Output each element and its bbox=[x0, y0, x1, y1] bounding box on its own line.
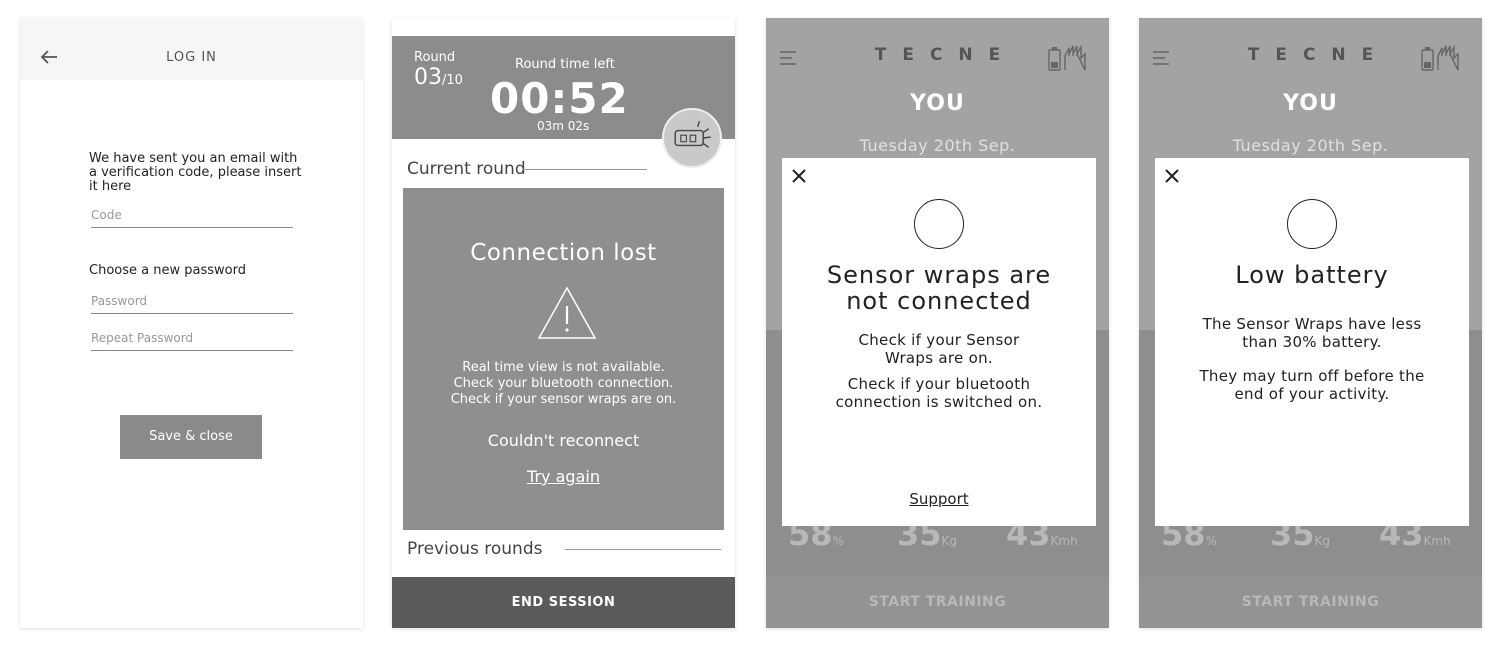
save-close-button[interactable]: Save & close bbox=[120, 415, 262, 459]
verification-message: We have sent you an email with a verific… bbox=[89, 151, 302, 194]
round-label: Round bbox=[414, 50, 456, 65]
round-total: /10 bbox=[442, 73, 463, 88]
modal-title-line: not connected bbox=[846, 287, 1032, 315]
connection-body-line: Real time view is not available. bbox=[462, 360, 665, 375]
login-header bbox=[20, 18, 363, 80]
you-label: YOU bbox=[1283, 91, 1338, 116]
modal-body-line: than 30% battery. bbox=[1242, 333, 1382, 351]
modal-body-line: They may turn off before the bbox=[1199, 367, 1425, 385]
try-again-link[interactable]: Try again bbox=[403, 467, 724, 486]
round-current: 03 bbox=[414, 65, 442, 90]
modal-body: The Sensor Wraps have less than 30% batt… bbox=[1155, 315, 1469, 351]
boxing-glove-badge[interactable] bbox=[662, 108, 722, 168]
modal-body-line: Check if your Sensor bbox=[858, 331, 1020, 349]
login-screen: LOG IN We have sent you an email with a … bbox=[20, 18, 363, 628]
stat-unit: Kmh bbox=[1050, 534, 1078, 548]
modal-body-line: The Sensor Wraps have less bbox=[1202, 315, 1422, 333]
date-label: Tuesday 20th Sep. bbox=[1232, 136, 1389, 155]
page-title: LOG IN bbox=[166, 50, 217, 65]
start-training-button[interactable]: START TRAINING bbox=[766, 577, 1109, 628]
support-link[interactable]: Support bbox=[782, 490, 1096, 508]
session-subtimer: 03m 02s bbox=[537, 119, 590, 133]
status-circle-icon bbox=[914, 199, 964, 249]
close-icon[interactable] bbox=[791, 168, 807, 184]
stat-unit: Kmh bbox=[1423, 534, 1451, 548]
battery-glove-icon[interactable] bbox=[1420, 44, 1468, 72]
sensor-not-connected-modal: Sensor wraps are not connected Check if … bbox=[782, 158, 1096, 526]
modal-body: Check if your bluetooth connection is sw… bbox=[782, 375, 1096, 411]
boxing-glove-icon bbox=[674, 120, 711, 148]
start-training-button[interactable]: START TRAINING bbox=[1139, 577, 1482, 628]
stat-unit: Kg bbox=[1314, 534, 1331, 548]
previous-rounds-label: Previous rounds bbox=[407, 539, 543, 559]
connection-lost-title: Connection lost bbox=[470, 240, 657, 266]
close-icon[interactable] bbox=[1164, 168, 1180, 184]
code-field[interactable]: Code bbox=[91, 206, 293, 228]
connection-body-line: Check your bluetooth connection. bbox=[453, 376, 674, 391]
modal-body: They may turn off before the end of your… bbox=[1155, 367, 1469, 403]
stat-unit: Kg bbox=[941, 534, 958, 548]
status-circle-icon bbox=[1287, 199, 1337, 249]
couldnt-reconnect-text: Couldn't reconnect bbox=[487, 431, 640, 450]
divider bbox=[522, 169, 647, 170]
modal-title: Sensor wraps are not connected bbox=[782, 262, 1096, 314]
end-session-button[interactable]: END SESSION bbox=[392, 577, 735, 628]
modal-body-line: Wraps are on. bbox=[885, 349, 993, 367]
modal-title: Low battery bbox=[1235, 261, 1389, 289]
repeat-password-field[interactable]: Repeat Password bbox=[91, 329, 293, 351]
session-screen: Round 03/10 Round time left 00:52 03m 02… bbox=[392, 18, 735, 628]
current-round-label: Current round bbox=[407, 159, 526, 179]
password-field[interactable]: Password bbox=[91, 292, 293, 314]
connection-body-line: Check if your sensor wraps are on. bbox=[450, 392, 677, 407]
modal-body-line: end of your activity. bbox=[1234, 385, 1390, 403]
date-label: Tuesday 20th Sep. bbox=[859, 136, 1016, 155]
connection-lost-body: Real time view is not available. Check y… bbox=[403, 360, 724, 408]
modal-title-line: Sensor wraps are bbox=[826, 261, 1052, 289]
modal-body-line: connection is switched on. bbox=[835, 393, 1043, 411]
low-battery-modal: Low battery The Sensor Wraps have less t… bbox=[1155, 158, 1469, 526]
round-timer: 00:52 bbox=[490, 74, 629, 123]
dashboard-sensor-screen: TECNE YOU Tuesday 20th Sep. 58% 35Kg 43K… bbox=[766, 18, 1109, 628]
modal-body: Check if your Sensor Wraps are on. bbox=[782, 331, 1096, 367]
divider bbox=[565, 549, 721, 550]
battery-glove-icon[interactable] bbox=[1047, 44, 1095, 72]
stat-unit: % bbox=[832, 534, 844, 548]
connection-lost-card: Connection lost Real time view is not av… bbox=[403, 188, 724, 530]
stat-unit: % bbox=[1205, 534, 1217, 548]
new-password-label: Choose a new password bbox=[89, 263, 246, 278]
round-time-left-label: Round time left bbox=[515, 57, 615, 72]
modal-body-line: Check if your bluetooth bbox=[847, 375, 1031, 393]
warning-icon bbox=[537, 286, 597, 339]
you-label: YOU bbox=[910, 91, 965, 116]
round-counter: 03/10 bbox=[414, 65, 463, 90]
dashboard-battery-screen: TECNE YOU Tuesday 20th Sep. 58% 35Kg 43K… bbox=[1139, 18, 1482, 628]
